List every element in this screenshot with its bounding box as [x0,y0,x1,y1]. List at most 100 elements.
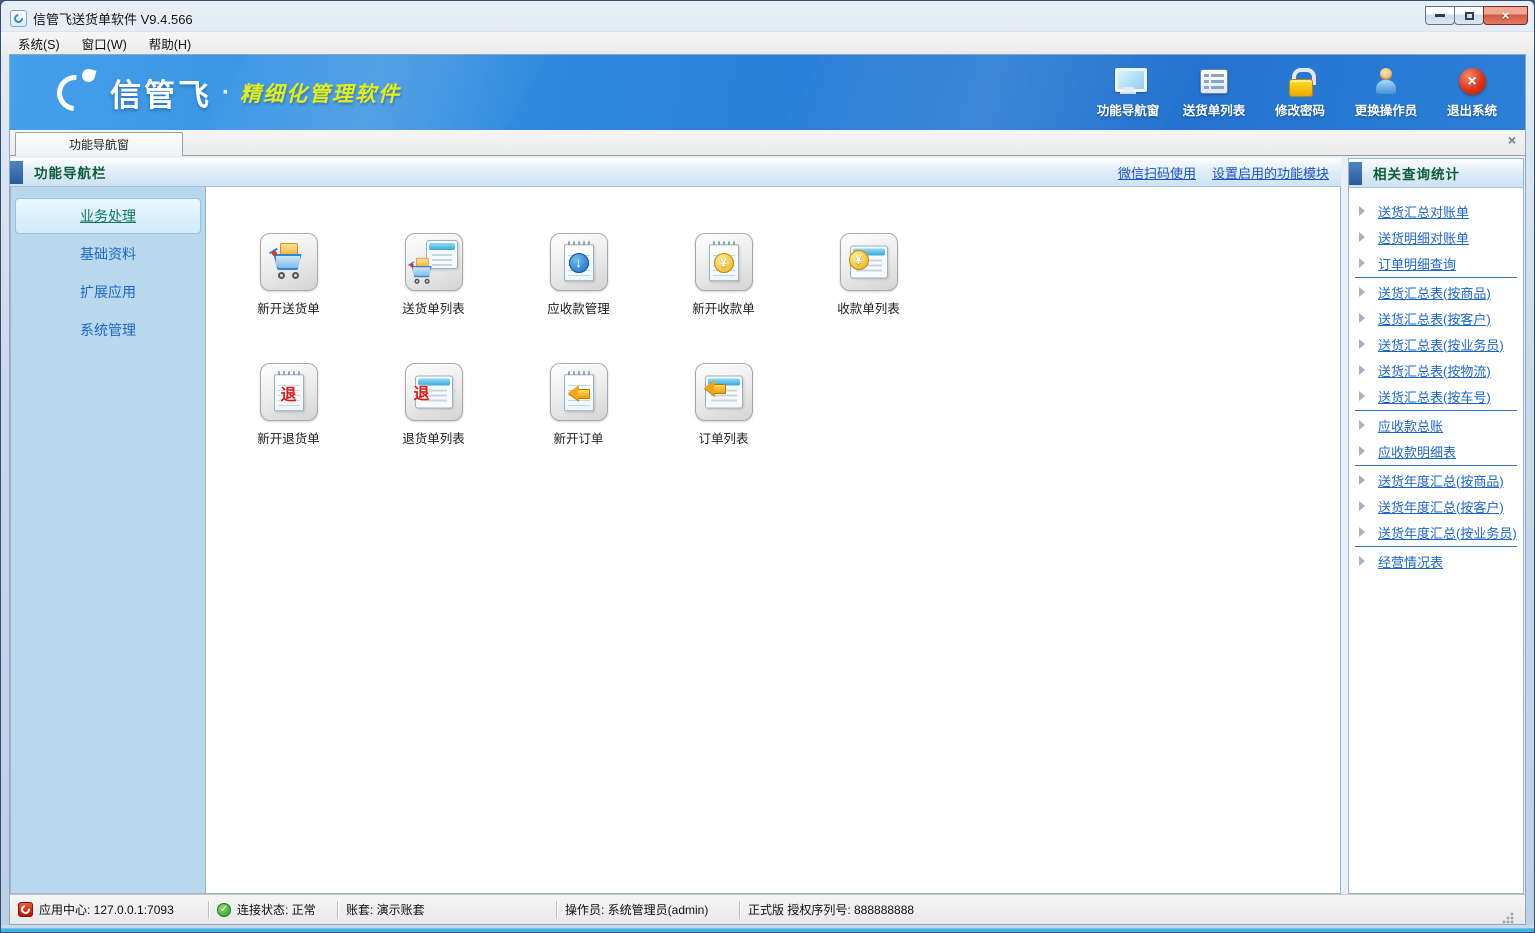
module-settings-link[interactable]: 设置启用的功能模块 [1212,163,1329,182]
stats-group: 应收款总账 应收款明细表 [1355,411,1517,466]
down-arrow-icon: ↓ [569,253,589,273]
toolbar-nav-window-button[interactable]: 功能导航窗 [1085,66,1171,119]
banner: 信管飞 · 精细化管理软件 功能导航窗 送货单列表 修改密码 [10,55,1525,130]
yen-coin-icon: ¥ [714,253,734,273]
stats-group: 送货汇总对账单 送货明细对账单 订单明细查询 [1355,197,1517,278]
toolbar-exit-button[interactable]: × 退出系统 [1429,66,1515,119]
note-arrow-icon [550,363,608,421]
list-item: 送货汇总表(按物流) [1355,357,1517,383]
list-item: 经营情况表 [1355,548,1517,574]
stats-link[interactable]: 经营情况表 [1378,552,1443,571]
stats-link[interactable]: 送货汇总表(按业务员) [1378,335,1504,354]
stats-link[interactable]: 送货汇总对账单 [1378,202,1469,221]
stats-panel-header: 相关查询统计 [1349,159,1523,188]
app-icon-new-return-note[interactable]: 退 新开退货单 [229,363,349,447]
stats-link[interactable]: 送货汇总表(按商品) [1378,283,1491,302]
status-license: 正式版 授权序列号: 888888888 [740,895,1525,924]
sidebar-item-basic-data[interactable]: 基础资料 [15,236,201,272]
exit-icon: × [1459,68,1486,95]
tab-nav-window[interactable]: 功能导航窗 [15,132,183,156]
app-frame: 信管飞 · 精细化管理软件 功能导航窗 送货单列表 修改密码 [9,54,1526,925]
triangle-icon [1359,501,1365,511]
stats-link[interactable]: 送货年度汇总(按商品) [1378,471,1504,490]
window-controls: × [1426,5,1528,25]
sidebar-item-business[interactable]: 业务处理 [15,198,201,234]
user-icon [1370,68,1402,95]
app-icon-delivery-note-list[interactable]: 送货单列表 [374,233,494,317]
app-icon-new-receipt[interactable]: ¥ 新开收款单 [664,233,784,317]
menu-system[interactable]: 系统(S) [7,31,71,56]
triangle-icon [1359,556,1365,566]
stats-link[interactable]: 送货年度汇总(按业务员) [1378,523,1517,542]
resize-grip[interactable] [1502,912,1514,924]
minimize-icon [1435,14,1445,17]
toolbar-change-password-button[interactable]: 修改密码 [1257,66,1343,119]
sidebar-item-system[interactable]: 系统管理 [15,312,201,348]
app-icon-new-delivery-note[interactable]: 新开送货单 [229,233,349,317]
stats-group: 送货汇总表(按商品) 送货汇总表(按客户) 送货汇总表(按业务员) 送货汇总表(… [1355,278,1517,411]
note-download-icon: ↓ [550,233,608,291]
close-button[interactable]: × [1483,6,1528,25]
left-arrow-icon [568,385,590,401]
stats-link[interactable]: 应收款明细表 [1378,442,1456,461]
header-marker [1349,162,1362,185]
shortcut-grid: 新开送货单 [206,187,1340,893]
list-icon [1200,69,1228,94]
stats-link[interactable]: 订单明细查询 [1378,254,1456,273]
lock-icon [1284,68,1316,95]
triangle-icon [1359,287,1365,297]
app-window: 信管飞送货单软件 V9.4.566 × 系统(S) 窗口(W) 帮助(H) 信管… [0,0,1535,933]
brand-slogan: 精细化管理软件 [240,78,401,108]
toolbar-switch-operator-button[interactable]: 更换操作员 [1343,66,1429,119]
tab-close-icon[interactable]: × [1508,133,1516,147]
triangle-icon [1359,420,1365,430]
list-item: 送货汇总表(按业务员) [1355,331,1517,357]
cart-list-icon [405,233,463,291]
wechat-scan-link[interactable]: 微信扫码使用 [1118,163,1196,182]
menu-help[interactable]: 帮助(H) [138,31,202,56]
triangle-icon [1359,391,1365,401]
banner-toolbar: 功能导航窗 送货单列表 修改密码 更换操作员 × 退出系统 [1085,66,1515,119]
app-icon-receivables[interactable]: ↓ 应收款管理 [519,233,639,317]
header-links: 微信扫码使用 设置启用的功能模块 [1118,163,1329,182]
triangle-icon [1359,258,1365,268]
list-item: 送货年度汇总(按业务员) [1355,519,1517,545]
check-icon: ✓ [217,903,231,917]
status-bar: 应用中心: 127.0.0.1:7093 ✓ 连接状态: 正常 账套: 演示账套… [10,894,1525,924]
stats-link[interactable]: 送货汇总表(按物流) [1378,361,1491,380]
stats-link[interactable]: 应收款总账 [1378,416,1443,435]
stats-link[interactable]: 送货明细对账单 [1378,228,1469,247]
app-logo-icon [10,10,27,27]
tab-strip: 功能导航窗 × [10,130,1525,156]
cart-icon [260,233,318,291]
monitor-icon [1112,68,1144,95]
return-char-icon: 退 [414,380,430,404]
stats-link[interactable]: 送货汇总表(按客户) [1378,309,1491,328]
yen-coin-icon: ¥ [849,250,869,270]
header-marker [10,161,23,184]
stats-link[interactable]: 送货汇总表(按车号) [1378,387,1491,406]
left-arrow-icon [704,380,726,396]
stats-link[interactable]: 送货年度汇总(按客户) [1378,497,1504,516]
status-operator: 操作员: 系统管理员(admin) [557,895,739,924]
toolbar-delivery-list-button[interactable]: 送货单列表 [1171,66,1257,119]
window-yen-icon: ¥ [840,233,898,291]
menu-window[interactable]: 窗口(W) [71,31,138,56]
window-return-icon: 退 [405,363,463,421]
triangle-icon [1359,365,1365,375]
app-icon-order-list[interactable]: 订单列表 [664,363,784,447]
stats-group: 经营情况表 [1355,547,1517,575]
sidebar-item-extensions[interactable]: 扩展应用 [15,274,201,310]
app-icon-return-note-list[interactable]: 退 退货单列表 [374,363,494,447]
maximize-button[interactable] [1454,6,1484,25]
brand: 信管飞 · 精细化管理软件 [52,70,401,116]
triangle-icon [1359,206,1365,216]
nav-panel-body: 业务处理 基础资料 扩展应用 系统管理 [10,187,1341,894]
triangle-icon [1359,339,1365,349]
minimize-button[interactable] [1425,6,1455,25]
stats-panel-title: 相关查询统计 [1373,163,1460,183]
app-icon-receipt-list[interactable]: ¥ 收款单列表 [809,233,929,317]
list-item: 送货汇总表(按客户) [1355,305,1517,331]
app-icon-new-order[interactable]: 新开订单 [519,363,639,447]
triangle-icon [1359,232,1365,242]
